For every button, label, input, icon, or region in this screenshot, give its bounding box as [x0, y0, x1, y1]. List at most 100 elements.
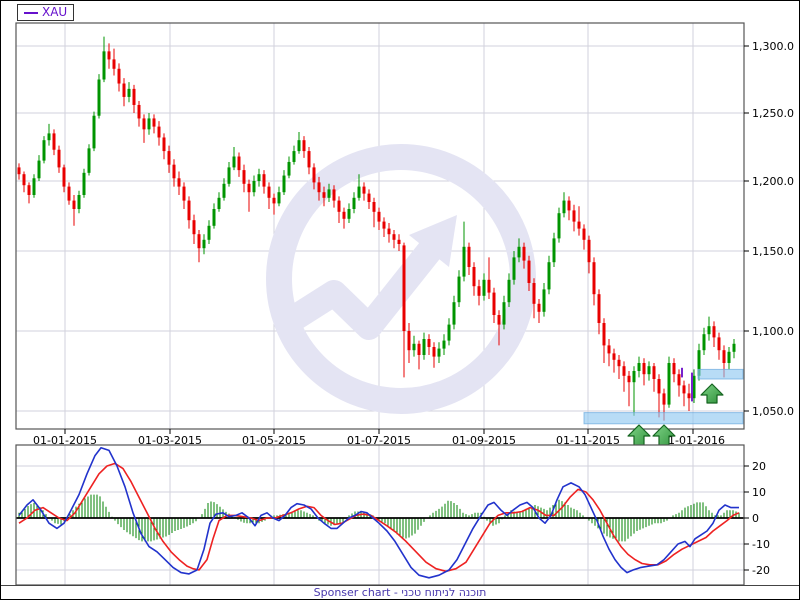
candle-body [277, 192, 281, 204]
candle-body [612, 353, 616, 360]
candle-body [577, 221, 581, 229]
candle-body [567, 200, 571, 211]
candle-body [197, 234, 201, 249]
candle-body [122, 83, 126, 97]
candle-body [267, 186, 271, 198]
candle-body [517, 246, 521, 258]
candle-body [22, 174, 26, 186]
candle-body [432, 347, 436, 357]
candle-body [672, 363, 676, 375]
candle-body [312, 167, 316, 183]
candle-body [72, 200, 76, 209]
candle-body [362, 186, 366, 194]
candle-body [507, 279, 511, 303]
candle-body [572, 210, 576, 222]
candle-body [117, 68, 121, 84]
candle-body [227, 167, 231, 184]
candle-body [202, 239, 206, 249]
series-label: XAU [42, 5, 68, 19]
candle-body [407, 331, 411, 351]
oscillator-axis-label: 20 [752, 460, 766, 473]
candle-body [592, 262, 596, 295]
candle-body [627, 375, 631, 383]
candle-body [622, 366, 626, 376]
price-axis-label: 1,100.0 [752, 325, 794, 338]
candle-body [457, 276, 461, 303]
candle-body [722, 350, 726, 363]
candle-body [642, 363, 646, 375]
candle-body [727, 351, 731, 363]
candle-body [582, 228, 586, 240]
candle-body [702, 334, 706, 351]
candle-body [102, 51, 106, 80]
candle-body [42, 140, 46, 161]
price-axis-label: 1,300.0 [752, 40, 794, 53]
candle-body [427, 339, 431, 347]
candle-body [297, 140, 301, 152]
candle-body [717, 337, 721, 351]
candle-body [522, 246, 526, 261]
candle-body [252, 181, 256, 193]
candle-body [662, 393, 666, 405]
candle-body [152, 118, 156, 127]
candle-body [162, 137, 166, 152]
candle-body [112, 59, 116, 69]
series-legend[interactable]: XAU [17, 4, 75, 21]
candle-body [167, 151, 171, 165]
candle-body [607, 345, 611, 354]
support-zone-band [583, 412, 744, 425]
series-line-swatch [24, 11, 38, 14]
candle-body [262, 174, 266, 187]
candle-body [502, 302, 506, 325]
candle-body [187, 200, 191, 221]
candle-body [597, 294, 601, 323]
candle-body [17, 167, 21, 175]
candle-body [87, 148, 91, 173]
candle-body [342, 211, 346, 219]
candle-body [667, 363, 671, 405]
chart-frame: XAU 1,300.0 1,250.0 1,200.0 1,150.0 1,100.0 1… [0, 0, 800, 600]
candle-body [317, 182, 321, 193]
candle-body [532, 283, 536, 304]
price-axis-label: 1,150.0 [752, 245, 794, 258]
candle-body [47, 133, 51, 141]
candle-body [477, 286, 481, 296]
candle-body [472, 267, 476, 287]
candle-body [62, 167, 66, 187]
candle-body [217, 197, 221, 209]
candle-body [52, 133, 56, 150]
candle-body [562, 200, 566, 214]
candle-body [372, 202, 376, 212]
candle-body [107, 51, 111, 60]
candle-body [212, 209, 216, 226]
candle-body [327, 189, 331, 198]
candle-body [37, 160, 41, 179]
candle-body [377, 211, 381, 222]
candle-body [57, 149, 61, 168]
candle-body [67, 186, 71, 201]
candle-body [257, 174, 261, 181]
candle-body [232, 156, 236, 168]
candle-body [157, 126, 161, 138]
candle-body [92, 115, 96, 149]
candle-body [467, 246, 471, 267]
candle-body [422, 339, 426, 355]
candle-body [492, 292, 496, 315]
candle-body [487, 279, 491, 293]
candle-body [417, 343, 421, 355]
candle-body [707, 326, 711, 335]
candle-body [547, 262, 551, 290]
candle-body [437, 348, 441, 357]
oscillator-axis-label: -20 [752, 564, 770, 577]
candle-body [357, 186, 361, 198]
candle-body [82, 172, 86, 195]
candle-body [497, 315, 501, 325]
candle-body [132, 88, 136, 105]
price-axis-label: 1,250.0 [752, 107, 794, 120]
candle-body [367, 193, 371, 202]
candle-body [677, 374, 681, 386]
candle-body [282, 175, 286, 193]
candle-body [557, 213, 561, 239]
candle-body [587, 239, 591, 263]
footer-caption: Sponser chart - תוכנה לניתוח טכני [1, 585, 799, 599]
